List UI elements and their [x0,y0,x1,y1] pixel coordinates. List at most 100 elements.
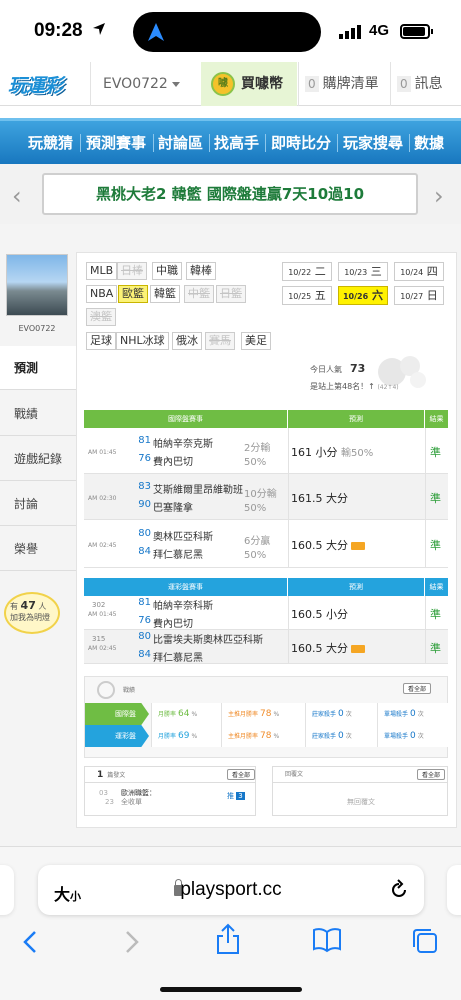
stat-row: 國際盤 月勝率 64% 主推月勝率 78% 莊家殺手 0 次單場殺手 0 次 [85,703,449,725]
sports-table-header: 運彩盤賽事 預測 結果 [84,578,448,596]
league-chip[interactable]: 韓籃 [150,285,180,303]
replies-box: 回覆文 看全部 無回覆文 [272,766,448,816]
nav-item-forum[interactable]: 討論區 [158,132,203,153]
home-odds: 90 [138,499,151,510]
league-chip[interactable]: 俄冰 [172,332,202,350]
away-odds: 81 [138,435,151,446]
nav-item-predict[interactable]: 預測賽事 [86,132,146,153]
game-time: AM 01:45 [88,611,117,618]
table-row: 302 AM 01:45 81 帕納辛奈科斯 76 費內巴切 160.5 小分 準 [84,596,448,630]
stats-view-all-button[interactable]: 看全部 [403,683,432,694]
share-icon[interactable] [215,923,241,955]
post-item[interactable]: 歐洲職籃： 全收單 [121,789,156,807]
league-chip: 澳籃 [86,308,116,326]
date-chip[interactable]: 10/23 三 [338,262,388,281]
away-team: 奧林匹亞科斯 [153,532,213,543]
purchase-count: 0 [305,76,319,92]
site-logo[interactable]: 玩運彩 [8,71,84,97]
buy-coin-button[interactable]: 噱買噱幣 [201,62,297,106]
intl-table-header: 國際盤賽事 預測 結果 [84,410,448,428]
nav-item-player-search[interactable]: 玩家搜尋 [343,132,403,153]
date-chip[interactable]: 10/26 六 [338,286,388,305]
prediction-pick: 161 小分 輸50% [291,446,374,459]
game-number: 315 [92,635,106,643]
replies-view-all-button[interactable]: 看全部 [417,769,446,780]
signal-icon [339,25,361,39]
stat-cell: 莊家殺手 0 次 [305,703,377,725]
banner-prev-icon[interactable]: ‹ [12,182,22,210]
stat-cell: 主推月勝率 78% [221,725,305,747]
back-icon[interactable] [20,929,42,955]
account-menu[interactable]: EVO0722 [90,62,200,106]
nav-item-guess[interactable]: 玩競猜 [28,132,73,153]
away-team: 帕納辛奈科斯 [153,601,213,612]
posts-view-all-button[interactable]: 看全部 [227,769,255,780]
league-chip[interactable]: NBA [86,285,118,303]
table-row: AM 02:45 80 奧林匹亞科斯 84 拜仁慕尼黑 6分贏 50% 160.5 大分準 [84,520,448,568]
league-chip[interactable]: NHL冰球 [116,332,169,350]
date-chip[interactable]: 10/24 四 [394,262,444,281]
league-chip[interactable]: MLB [86,262,118,280]
league-chip[interactable]: 美足 [241,332,271,350]
prediction-pick: 160.5 大分 [291,537,365,553]
posts-box: 1 篇發文 看全部 03 23 歐洲職籃： 全收單 推 3 [84,766,256,816]
chevron-down-icon [171,81,180,87]
bookmarks-icon[interactable] [312,927,342,953]
address-bar[interactable]: 大小 playsport.cc [38,865,424,915]
date-chip[interactable]: 10/27 日 [394,286,444,305]
nav-item-experts[interactable]: 找高手 [214,132,259,153]
away-odds: 80 [138,528,151,539]
location-arrow-icon [93,23,105,35]
game-time: AM 02:30 [88,495,117,502]
prediction-pick: 161.5 大分 [291,492,348,505]
league-chip: 賽馬 [205,332,235,350]
dynamic-island [133,12,321,52]
nav-item-data[interactable]: 數據 [414,132,444,153]
prediction-pick: 160.5 大分 [291,640,365,656]
post-date: 03 23 [99,789,114,806]
date-chip[interactable]: 10/22 二 [282,262,332,281]
promo-banner[interactable]: 黑桃大老2 韓籃 國際盤連贏7天10過10 [42,173,418,215]
tab-honor[interactable]: 榮譽 [0,527,76,571]
reload-icon[interactable] [388,879,410,901]
purchase-list-link[interactable]: 0 購牌清單 [298,62,388,106]
stat-tag: 國際盤 [85,703,149,725]
date-chip[interactable]: 10/25 五 [282,286,332,305]
popularity: 今日人氣 73 [310,362,366,375]
status-time: 09:28 [34,20,83,41]
game-time: AM 02:45 [88,645,117,652]
nav-item-livescore[interactable]: 即時比分 [271,132,331,153]
league-chip[interactable]: 韓棒 [186,262,216,280]
table-row: 315 AM 02:45 80 比雷埃夫斯奧林匹亞科斯 84 拜仁慕尼黑 160.5 大分 準 [84,630,448,664]
forward-icon[interactable] [120,929,142,955]
handicap-pct: 50% [244,503,267,514]
away-team: 比雷埃夫斯奧林匹亞科斯 [153,635,263,646]
tab-game-log[interactable]: 遊戲紀錄 [0,437,76,481]
league-chip[interactable]: 足球 [86,332,116,350]
league-chip: 中籃 [184,285,214,303]
navigation-arrow-icon [148,23,164,41]
league-chip[interactable]: 中職 [152,262,182,280]
banner-area: ‹ 黑桃大老2 韓籃 國際盤連贏7天10過10 › [0,164,461,224]
banner-next-icon[interactable]: › [434,182,444,210]
league-chip[interactable]: 歐籃 [118,285,148,303]
table-row: AM 01:45 81 帕納辛奈克斯 76 費內巴切 2分輸 50% 161 小分 輸50% 準 [84,428,448,474]
handicap-pct: 50% [244,550,267,561]
tabs-icon[interactable] [411,927,439,955]
away-team: 帕納辛奈克斯 [153,439,213,450]
messages-link[interactable]: 0 訊息 [390,62,461,106]
beacon-badge[interactable]: 有 47 人加我為明燈 [4,592,72,642]
away-odds: 81 [138,597,151,608]
network-type: 4G [369,22,390,39]
tab-record[interactable]: 戰績 [0,392,76,436]
handicap-pct: 50% [244,457,267,468]
result-badge: 準 [430,492,441,505]
tab-predict[interactable]: 預測 [0,346,76,390]
home-odds: 76 [138,615,151,626]
avatar[interactable] [6,254,68,316]
site-header: 玩運彩 EVO0722 噱買噱幣 0 購牌清單 0 訊息 [0,62,461,106]
home-odds: 76 [138,453,151,464]
away-odds: 80 [138,631,151,642]
tab-discussion[interactable]: 討論 [0,482,76,526]
purchase-label: 購牌清單 [322,76,379,92]
